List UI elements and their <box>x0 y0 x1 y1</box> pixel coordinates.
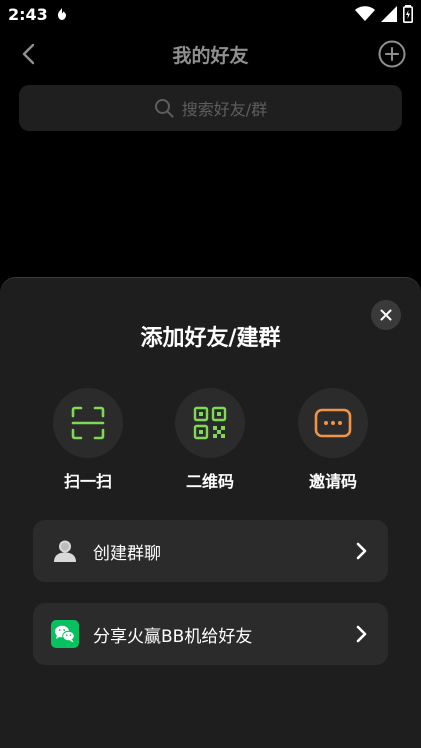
qr-code-label: 二维码 <box>185 472 234 491</box>
status-time: 2:43 <box>8 5 48 24</box>
invite-code-button[interactable]: 邀请码 <box>288 388 378 492</box>
person-icon <box>51 537 79 565</box>
chevron-right-icon <box>356 625 367 643</box>
qr-code-icon <box>193 406 227 440</box>
invite-code-label: 邀请码 <box>308 472 357 491</box>
status-bar: 2:43 <box>0 0 421 30</box>
qr-code-button[interactable]: 二维码 <box>165 388 255 492</box>
scan-icon <box>71 406 105 440</box>
app-notification-icon <box>58 8 66 20</box>
add-friend-sheet: 添加好友/建群 扫一扫 二维码 邀请码 创建群聊 分享火赢BB机给好友 <box>0 277 421 748</box>
page-title: 我的好友 <box>172 45 249 67</box>
scan-label: 扫一扫 <box>63 472 112 491</box>
invite-code-icon-circle <box>298 388 368 458</box>
search-input[interactable]: 搜索好友/群 <box>19 85 402 131</box>
header: 我的好友 <box>0 30 421 80</box>
wechat-icon <box>51 620 79 648</box>
chevron-right-icon <box>356 542 367 560</box>
share-to-wechat-item[interactable]: 分享火赢BB机给好友 <box>33 603 388 665</box>
status-icons <box>355 5 413 23</box>
share-to-wechat-label: 分享火赢BB机给好友 <box>93 626 253 647</box>
create-group-chat-label: 创建群聊 <box>93 543 161 564</box>
sheet-title: 添加好友/建群 <box>140 326 281 351</box>
wifi-icon <box>355 6 375 21</box>
add-friend-icon[interactable] <box>377 39 407 69</box>
search-icon <box>154 99 174 118</box>
create-group-chat-item[interactable]: 创建群聊 <box>33 520 388 582</box>
scan-icon-circle <box>53 388 123 458</box>
signal-icon <box>381 6 397 22</box>
battery-icon <box>403 5 413 23</box>
scan-button[interactable]: 扫一扫 <box>43 388 133 492</box>
invite-code-icon <box>314 408 352 438</box>
search-placeholder: 搜索好友/群 <box>181 100 268 119</box>
qr-code-icon-circle <box>175 388 245 458</box>
